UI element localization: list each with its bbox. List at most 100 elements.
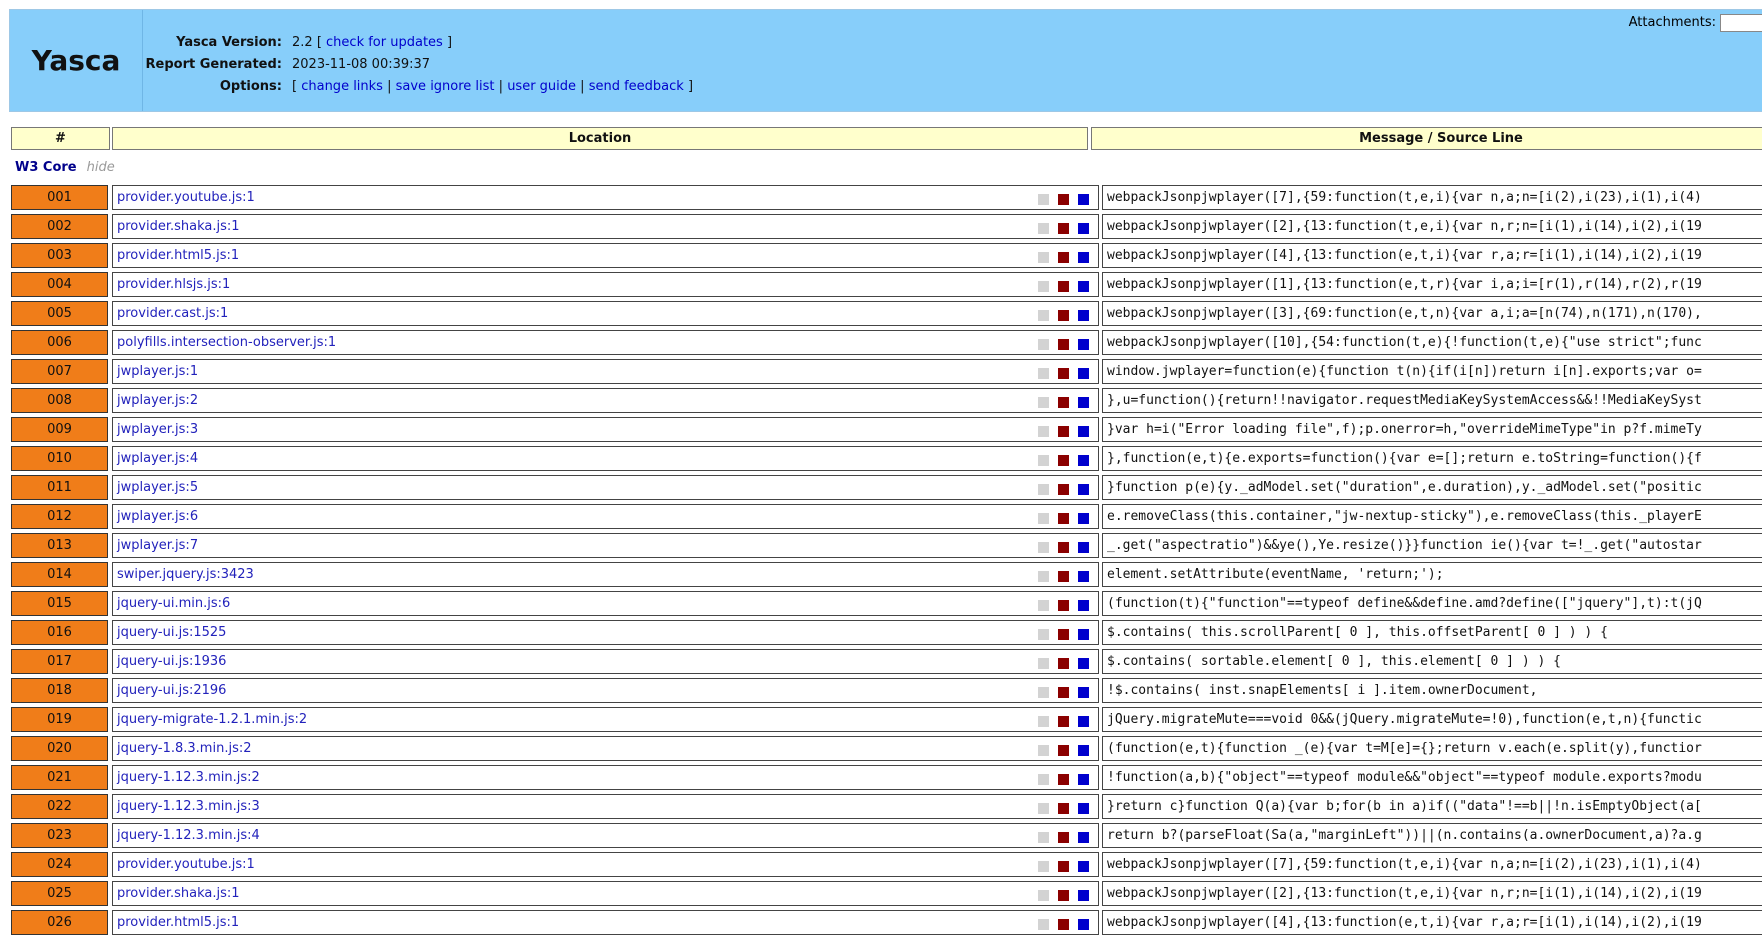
ignore-square-icon[interactable] [1038,745,1049,756]
details-square-icon[interactable] [1078,513,1089,524]
severity-square-icon[interactable] [1058,223,1069,234]
location-link[interactable]: jquery-1.8.3.min.js:2 [117,741,252,756]
ignore-square-icon[interactable] [1038,687,1049,698]
save-ignore-list-link[interactable]: save ignore list [396,79,495,94]
user-guide-link[interactable]: user guide [507,79,576,94]
severity-square-icon[interactable] [1058,832,1069,843]
location-link[interactable]: provider.shaka.js:1 [117,219,240,234]
ignore-square-icon[interactable] [1038,716,1049,727]
group-hide-link[interactable]: hide [87,160,115,175]
location-link[interactable]: jquery-1.12.3.min.js:2 [117,770,260,785]
details-square-icon[interactable] [1078,629,1089,640]
details-square-icon[interactable] [1078,397,1089,408]
severity-square-icon[interactable] [1058,658,1069,669]
severity-square-icon[interactable] [1058,803,1069,814]
location-link[interactable]: jwplayer.js:6 [117,509,198,524]
severity-square-icon[interactable] [1058,600,1069,611]
severity-square-icon[interactable] [1058,571,1069,582]
ignore-square-icon[interactable] [1038,455,1049,466]
details-square-icon[interactable] [1078,542,1089,553]
location-link[interactable]: provider.html5.js:1 [117,248,239,263]
severity-square-icon[interactable] [1058,194,1069,205]
details-square-icon[interactable] [1078,832,1089,843]
location-link[interactable]: jquery-1.12.3.min.js:4 [117,828,260,843]
location-link[interactable]: jwplayer.js:2 [117,393,198,408]
details-square-icon[interactable] [1078,368,1089,379]
location-link[interactable]: swiper.jquery.js:3423 [117,567,254,582]
details-square-icon[interactable] [1078,774,1089,785]
check-updates-link[interactable]: check for updates [326,35,443,50]
location-link[interactable]: jwplayer.js:3 [117,422,198,437]
ignore-square-icon[interactable] [1038,571,1049,582]
severity-square-icon[interactable] [1058,397,1069,408]
location-link[interactable]: jquery-ui.js:1525 [117,625,226,640]
severity-square-icon[interactable] [1058,861,1069,872]
ignore-square-icon[interactable] [1038,513,1049,524]
change-links-link[interactable]: change links [301,79,383,94]
location-link[interactable]: provider.shaka.js:1 [117,886,240,901]
location-link[interactable]: provider.hlsjs.js:1 [117,277,230,292]
attachments-select[interactable] [1720,13,1762,32]
details-square-icon[interactable] [1078,281,1089,292]
location-link[interactable]: provider.cast.js:1 [117,306,228,321]
details-square-icon[interactable] [1078,310,1089,321]
severity-square-icon[interactable] [1058,716,1069,727]
details-square-icon[interactable] [1078,687,1089,698]
details-square-icon[interactable] [1078,484,1089,495]
ignore-square-icon[interactable] [1038,223,1049,234]
location-link[interactable]: jwplayer.js:4 [117,451,198,466]
severity-square-icon[interactable] [1058,919,1069,930]
ignore-square-icon[interactable] [1038,194,1049,205]
ignore-square-icon[interactable] [1038,542,1049,553]
ignore-square-icon[interactable] [1038,368,1049,379]
ignore-square-icon[interactable] [1038,861,1049,872]
details-square-icon[interactable] [1078,455,1089,466]
details-square-icon[interactable] [1078,803,1089,814]
location-link[interactable]: jquery-ui.js:2196 [117,683,226,698]
location-link[interactable]: provider.html5.js:1 [117,915,239,930]
ignore-square-icon[interactable] [1038,484,1049,495]
details-square-icon[interactable] [1078,658,1089,669]
ignore-square-icon[interactable] [1038,890,1049,901]
send-feedback-link[interactable]: send feedback [589,79,684,94]
details-square-icon[interactable] [1078,861,1089,872]
severity-square-icon[interactable] [1058,774,1069,785]
severity-square-icon[interactable] [1058,513,1069,524]
ignore-square-icon[interactable] [1038,832,1049,843]
ignore-square-icon[interactable] [1038,600,1049,611]
location-link[interactable]: jquery-ui.min.js:6 [117,596,230,611]
details-square-icon[interactable] [1078,194,1089,205]
severity-square-icon[interactable] [1058,687,1069,698]
ignore-square-icon[interactable] [1038,629,1049,640]
severity-square-icon[interactable] [1058,252,1069,263]
ignore-square-icon[interactable] [1038,774,1049,785]
details-square-icon[interactable] [1078,571,1089,582]
severity-square-icon[interactable] [1058,890,1069,901]
severity-square-icon[interactable] [1058,339,1069,350]
ignore-square-icon[interactable] [1038,426,1049,437]
details-square-icon[interactable] [1078,716,1089,727]
ignore-square-icon[interactable] [1038,310,1049,321]
details-square-icon[interactable] [1078,339,1089,350]
location-link[interactable]: provider.youtube.js:1 [117,857,255,872]
severity-square-icon[interactable] [1058,281,1069,292]
details-square-icon[interactable] [1078,600,1089,611]
severity-square-icon[interactable] [1058,455,1069,466]
severity-square-icon[interactable] [1058,310,1069,321]
details-square-icon[interactable] [1078,890,1089,901]
severity-square-icon[interactable] [1058,629,1069,640]
severity-square-icon[interactable] [1058,542,1069,553]
ignore-square-icon[interactable] [1038,281,1049,292]
severity-square-icon[interactable] [1058,484,1069,495]
severity-square-icon[interactable] [1058,368,1069,379]
location-link[interactable]: jwplayer.js:1 [117,364,198,379]
location-link[interactable]: provider.youtube.js:1 [117,190,255,205]
ignore-square-icon[interactable] [1038,252,1049,263]
details-square-icon[interactable] [1078,223,1089,234]
location-link[interactable]: jwplayer.js:7 [117,538,198,553]
location-link[interactable]: jwplayer.js:5 [117,480,198,495]
details-square-icon[interactable] [1078,426,1089,437]
severity-square-icon[interactable] [1058,426,1069,437]
location-link[interactable]: polyfills.intersection-observer.js:1 [117,335,336,350]
location-link[interactable]: jquery-1.12.3.min.js:3 [117,799,260,814]
